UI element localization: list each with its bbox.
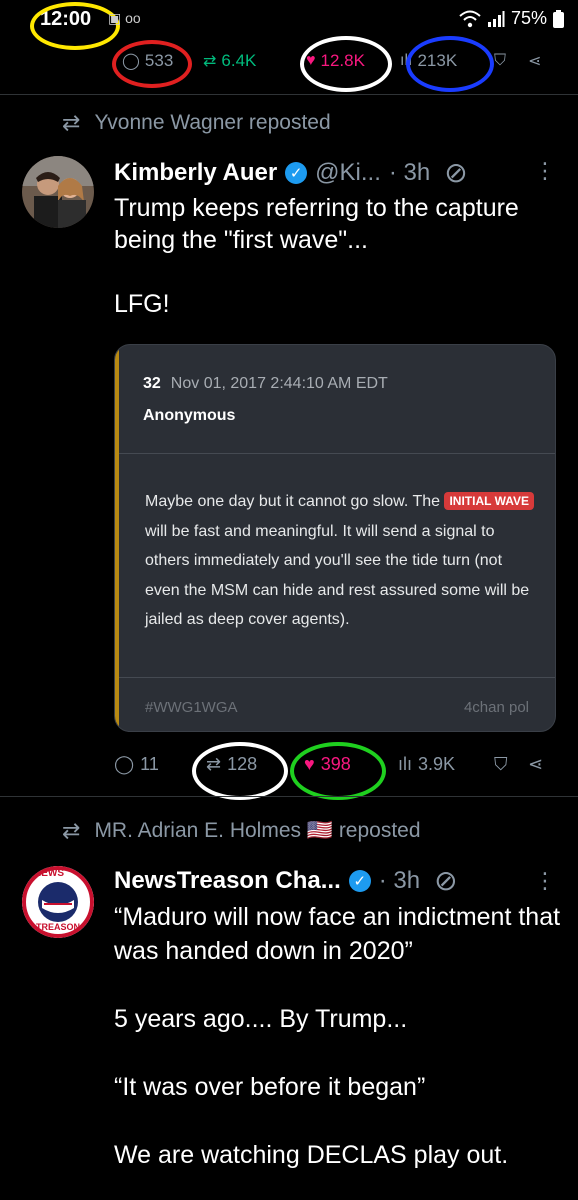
share-icon: ⋖ — [528, 53, 542, 70]
reply-button[interactable]: ◯ 11 — [114, 754, 159, 775]
highlight-circle-red — [112, 40, 192, 88]
avatar[interactable] — [22, 156, 94, 228]
highlight-circle-white — [300, 36, 392, 92]
highlight-circle-white — [192, 742, 288, 800]
verified-badge-icon: ✓ — [348, 869, 371, 892]
initial-wave-badge: INITIAL WAVE — [444, 492, 535, 510]
highlight-circle-blue — [406, 36, 494, 92]
repost-attribution[interactable]: ⇄ MR. Adrian E. Holmes 🇺🇸 reposted — [62, 818, 421, 844]
reply-icon: ◯ — [114, 754, 135, 774]
battery-icon — [553, 9, 564, 28]
highlight-circle-yellow — [30, 2, 120, 50]
post1-header: Kimberly Auer ✓ @Ki... · 3h ⊘ — [114, 156, 468, 189]
avatar[interactable]: NEWS TREASON — [22, 866, 94, 938]
post-text: Trump keeps referring to the capture bei… — [114, 194, 519, 318]
wifi-icon — [459, 10, 481, 27]
bookmark-icon: ⛉ — [494, 754, 508, 774]
post1-actions: ◯ 11 ⇄ 128 ♥ 398 ılı 3.9K ⛉ ⋖ — [0, 742, 578, 800]
status-bar: 12:00 ▣ oo 75% — [0, 0, 578, 50]
card-accent-stripe — [115, 345, 119, 731]
share-button[interactable]: ⋖ — [528, 754, 543, 775]
card-post-number: 32 — [143, 375, 161, 392]
divider — [0, 94, 578, 95]
logo-text-bottom: TREASON — [36, 922, 81, 932]
views-button[interactable]: ılı 3.9K — [398, 754, 455, 775]
post2-header: NewsTreason Cha... ✓ · 3h ⊘ — [114, 864, 458, 897]
bookmark-button[interactable]: ⛉ — [494, 46, 506, 76]
post-text: “Maduro will now face an indictment that… — [114, 903, 561, 1169]
repost-icon: ⇄ — [203, 53, 217, 70]
avatar-photo — [22, 156, 94, 228]
views-icon: ılı — [398, 754, 413, 774]
divider — [0, 796, 578, 797]
card-date: Nov 01, 2017 2:44:10 AM EDT — [170, 375, 388, 392]
card-source: 4chan pol — [463, 699, 529, 716]
logo-text-top: NEWS — [34, 868, 64, 879]
author-handle[interactable]: @Ki... — [315, 159, 381, 187]
status-right: 75% — [459, 8, 564, 29]
post-time: · 3h — [388, 158, 431, 186]
card-author: Anonymous — [143, 407, 236, 424]
repost-count[interactable]: ⇄ 6.4K — [203, 46, 256, 76]
bookmark-icon: ⛉ — [494, 52, 507, 69]
verified-badge-icon: ✓ — [285, 161, 308, 184]
share-button[interactable]: ⋖ — [528, 46, 541, 76]
signal-icon — [487, 10, 505, 27]
repost-attribution[interactable]: ⇄ Yvonne Wagner reposted — [62, 110, 331, 136]
quoted-card[interactable]: 32 Nov 01, 2017 2:44:10 AM EDT Anonymous … — [114, 344, 556, 732]
card-divider — [119, 453, 555, 454]
card-footer-divider — [119, 677, 555, 678]
bookmark-button[interactable]: ⛉ — [494, 754, 508, 775]
prev-tweet-actions: ◯ 533 ⇄ 6.4K ♥ 12.8K ılı 213K ⛉ ⋖ — [0, 36, 578, 92]
card-body: Maybe one day but it cannot go slow. The… — [145, 487, 535, 635]
author-name[interactable]: Kimberly Auer — [114, 159, 277, 187]
post-time: · 3h — [378, 866, 421, 894]
share-icon: ⋖ — [528, 754, 544, 774]
repost-icon: ⇄ — [62, 818, 81, 843]
card-hashtag: #WWG1WGA — [145, 699, 238, 716]
battery-percent: 75% — [510, 8, 547, 28]
grok-icon[interactable]: ⊘ — [444, 156, 467, 189]
author-name[interactable]: NewsTreason Cha... — [114, 867, 341, 895]
repost-icon: ⇄ — [62, 110, 81, 135]
highlight-circle-green — [290, 742, 386, 800]
notification-icons: ▣ oo — [108, 10, 141, 26]
more-options-icon[interactable]: ⋮ — [534, 868, 556, 894]
grok-icon[interactable]: ⊘ — [434, 864, 457, 897]
more-options-icon[interactable]: ⋮ — [534, 158, 556, 184]
card-header: 32 Nov 01, 2017 2:44:10 AM EDT — [143, 375, 388, 393]
